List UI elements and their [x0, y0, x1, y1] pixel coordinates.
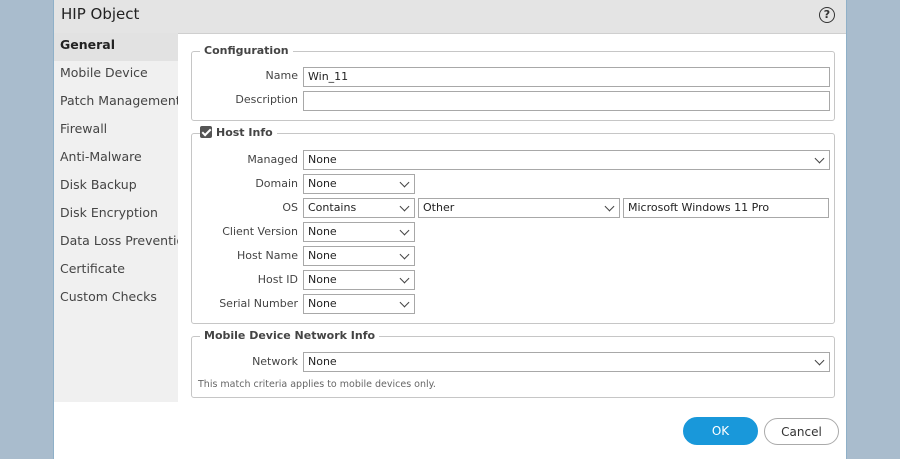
- host-info-group: Host Info Managed None Domain None OS Co…: [191, 126, 835, 324]
- configuration-group: Configuration Name Win_11 Description: [191, 44, 835, 121]
- serial-number-select[interactable]: None: [303, 294, 415, 314]
- cancel-button[interactable]: Cancel: [764, 418, 839, 445]
- managed-select-value: None: [308, 153, 337, 166]
- description-input[interactable]: [303, 91, 830, 111]
- host-name-value: None: [308, 249, 337, 262]
- domain-select-value: None: [308, 177, 337, 190]
- ok-button[interactable]: OK: [683, 417, 758, 445]
- sidebar-item-custom-checks[interactable]: Custom Checks: [54, 285, 178, 313]
- os-vendor-select[interactable]: Other: [418, 198, 620, 218]
- dialog-titlebar: HIP Object ?: [54, 0, 846, 34]
- os-value-input[interactable]: Microsoft Windows 11 Pro: [623, 198, 829, 218]
- chevron-down-icon: [399, 249, 410, 260]
- chevron-down-icon: [399, 177, 410, 188]
- sidebar-item-label: Anti-Malware: [60, 149, 142, 164]
- host-info-checkbox[interactable]: [200, 126, 212, 138]
- configuration-legend: Configuration: [200, 44, 293, 57]
- client-version-label: Client Version: [222, 225, 298, 238]
- general-tab-content: Configuration Name Win_11 Description Ho…: [178, 33, 846, 402]
- sidebar-item-label: Disk Backup: [60, 177, 137, 192]
- managed-select[interactable]: None: [303, 150, 830, 170]
- sidebar-item-label: Data Loss Prevention: [60, 233, 178, 248]
- client-version-value: None: [308, 225, 337, 238]
- network-select-value: None: [308, 355, 337, 368]
- host-id-select[interactable]: None: [303, 270, 415, 290]
- mobile-network-legend: Mobile Device Network Info: [200, 329, 380, 342]
- domain-label: Domain: [255, 177, 298, 190]
- name-input[interactable]: Win_11: [303, 67, 830, 87]
- mobile-network-group: Mobile Device Network Info Network None …: [191, 329, 835, 398]
- sidebar-item-data-loss-prevention[interactable]: Data Loss Prevention: [54, 229, 178, 257]
- os-vendor-value: Other: [423, 201, 455, 214]
- host-id-value: None: [308, 273, 337, 286]
- host-info-legend-wrap: Host Info: [200, 126, 277, 139]
- host-id-label: Host ID: [257, 273, 298, 286]
- host-info-legend: Host Info: [216, 126, 273, 139]
- network-select[interactable]: None: [303, 352, 830, 372]
- chevron-down-icon: [604, 201, 615, 212]
- sidebar-item-label: Custom Checks: [60, 289, 157, 304]
- network-label: Network: [252, 355, 298, 368]
- chevron-down-icon: [814, 153, 825, 164]
- sidebar-item-label: Patch Management: [60, 93, 178, 108]
- sidebar-item-label: Certificate: [60, 261, 125, 276]
- sidebar-item-label: Mobile Device: [60, 65, 148, 80]
- help-icon[interactable]: ?: [819, 7, 835, 23]
- sidebar-item-anti-malware[interactable]: Anti-Malware: [54, 145, 178, 173]
- sidebar-item-label: Firewall: [60, 121, 108, 136]
- chevron-down-icon: [399, 297, 410, 308]
- client-version-select[interactable]: None: [303, 222, 415, 242]
- os-operator-value: Contains: [308, 201, 357, 214]
- name-label: Name: [265, 69, 298, 82]
- serial-number-label: Serial Number: [219, 297, 298, 310]
- description-label: Description: [235, 93, 298, 106]
- chevron-down-icon: [399, 273, 410, 284]
- sidebar-item-firewall[interactable]: Firewall: [54, 117, 178, 145]
- sidebar-item-certificate[interactable]: Certificate: [54, 257, 178, 285]
- sidebar-item-label: Disk Encryption: [60, 205, 158, 220]
- sidebar-item-disk-encryption[interactable]: Disk Encryption: [54, 201, 178, 229]
- chevron-down-icon: [399, 225, 410, 236]
- dialog-title: HIP Object: [61, 5, 140, 23]
- hip-object-dialog: HIP Object ? General Mobile Device Patch…: [53, 0, 847, 459]
- os-label: OS: [282, 201, 298, 214]
- serial-number-value: None: [308, 297, 337, 310]
- mobile-network-note: This match criteria applies to mobile de…: [198, 379, 436, 390]
- sidebar-item-mobile-device[interactable]: Mobile Device: [54, 61, 178, 89]
- host-name-select[interactable]: None: [303, 246, 415, 266]
- sidebar-item-label: General: [60, 37, 115, 52]
- os-operator-select[interactable]: Contains: [303, 198, 415, 218]
- domain-select[interactable]: None: [303, 174, 415, 194]
- sidebar-item-general[interactable]: General: [54, 33, 178, 61]
- sidebar-item-patch-management[interactable]: Patch Management: [54, 89, 178, 117]
- host-name-label: Host Name: [237, 249, 298, 262]
- sidebar: General Mobile Device Patch Management F…: [54, 33, 178, 402]
- chevron-down-icon: [814, 355, 825, 366]
- managed-label: Managed: [247, 153, 298, 166]
- sidebar-item-disk-backup[interactable]: Disk Backup: [54, 173, 178, 201]
- chevron-down-icon: [399, 201, 410, 212]
